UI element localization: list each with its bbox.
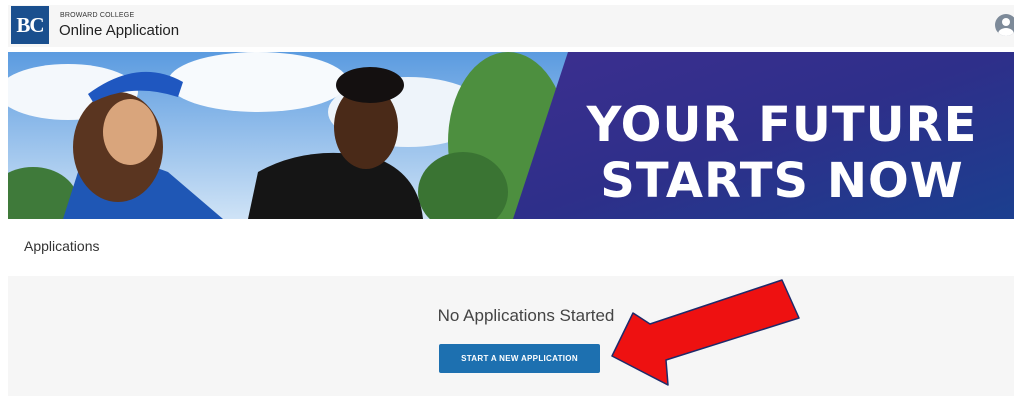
bc-logo[interactable]: BC [11,6,49,44]
empty-state-message: No Applications Started [437,306,615,325]
brand-subtitle: BROWARD COLLEGE [60,12,135,19]
app-header: BC BROWARD COLLEGE Online Application [8,5,1014,47]
user-avatar-icon[interactable] [995,14,1014,36]
applications-panel: No Applications Started START A NEW APPL… [8,276,1014,396]
app-title: Online Application [59,22,180,39]
hero-banner: YOUR FUTURE STARTS NOW [8,52,1014,219]
banner-slogan: YOUR FUTURE STARTS NOW [572,97,992,209]
applications-heading: Applications [24,238,100,254]
banner-line-1: YOUR FUTURE [586,97,978,153]
banner-line-2: STARTS NOW [600,153,964,209]
start-new-application-button[interactable]: START A NEW APPLICATION [439,344,600,373]
